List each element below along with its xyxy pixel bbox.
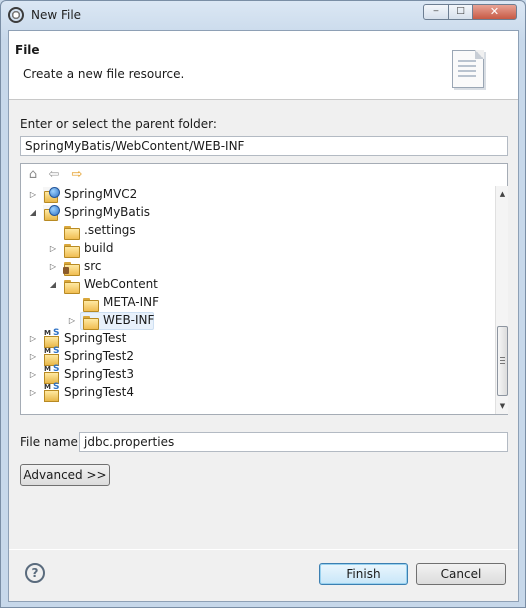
maven-project-icon: MS xyxy=(43,328,60,348)
tree-item-label: .settings xyxy=(84,223,136,237)
expand-arrow-icon[interactable]: ▷ xyxy=(28,368,38,382)
file-name-input[interactable]: jdbc.properties xyxy=(79,432,508,452)
home-icon[interactable]: ⌂ xyxy=(25,167,41,183)
parent-folder-input[interactable]: SpringMyBatis/WebContent/WEB-INF xyxy=(20,136,508,156)
expand-arrow-icon[interactable]: ▷ xyxy=(28,386,38,400)
tree-item-label: META-INF xyxy=(103,295,160,309)
expand-arrow-icon[interactable]: ▷ xyxy=(28,332,38,346)
maven-project-icon: MS xyxy=(43,346,60,366)
finish-button[interactable]: Finish xyxy=(319,563,408,585)
title-bar[interactable]: New File ‒ □ ✕ xyxy=(1,1,525,29)
folder-icon xyxy=(63,223,80,240)
folder-tree[interactable]: ⌂ ⇦ ⇨ ▷ SpringMVC2 ◢ SpringMyBatis .sett… xyxy=(20,163,508,415)
expand-arrow-icon[interactable]: ▷ xyxy=(28,188,38,202)
tree-item-label: WEB-INF xyxy=(103,313,155,327)
expand-arrow-icon[interactable]: ▷ xyxy=(48,260,58,274)
maven-project-icon: MS xyxy=(43,364,60,384)
tree-item-label: SpringMVC2 xyxy=(64,187,138,201)
tree-item-label: SpringTest xyxy=(64,331,127,345)
maven-project-icon: MS xyxy=(43,382,60,402)
expand-arrow-icon[interactable]: ▷ xyxy=(28,350,38,364)
back-icon[interactable]: ⇦ xyxy=(46,167,62,183)
tree-item-label: build xyxy=(84,241,114,255)
expand-arrow-icon[interactable]: ▷ xyxy=(67,314,77,328)
scrollbar-thumb[interactable] xyxy=(497,326,508,396)
tree-item-label: SpringTest2 xyxy=(64,349,134,363)
tree-item-springmybatis[interactable]: ◢ SpringMyBatis xyxy=(21,204,495,222)
tree-item-web-inf[interactable]: ▷ WEB-INF xyxy=(21,312,495,330)
project-icon xyxy=(43,187,60,203)
banner-description: Create a new file resource. xyxy=(23,67,185,81)
new-file-dialog: New File ‒ □ ✕ File Create a new file re… xyxy=(0,0,526,608)
tree-item-label: SpringTest4 xyxy=(64,385,134,399)
tree-item-meta-inf[interactable]: META-INF xyxy=(21,294,495,312)
tree-item-springtest4[interactable]: ▷ MS SpringTest4 xyxy=(21,382,495,402)
tree-item-springtest2[interactable]: ▷ MS SpringTest2 xyxy=(21,346,495,366)
tree-toolbar: ⌂ ⇦ ⇨ xyxy=(21,164,495,186)
tree-item-label: SpringTest3 xyxy=(64,367,134,381)
help-icon[interactable]: ? xyxy=(25,563,45,583)
tree-item-springtest[interactable]: ▷ MS SpringTest xyxy=(21,328,495,348)
advanced-button[interactable]: Advanced >> xyxy=(20,464,110,486)
expand-arrow-icon[interactable]: ▷ xyxy=(48,242,58,256)
folder-icon xyxy=(63,241,80,258)
window-title: New File xyxy=(31,8,82,22)
tree-item-label: SpringMyBatis xyxy=(64,205,151,219)
wizard-banner: File Create a new file resource. xyxy=(9,31,518,100)
footer-separator xyxy=(9,549,518,550)
collapse-arrow-icon[interactable]: ◢ xyxy=(28,206,38,220)
tree-item-settings[interactable]: .settings xyxy=(21,222,495,240)
close-button[interactable]: ✕ xyxy=(472,4,517,20)
dialog-client-area: File Create a new file resource. Enter o… xyxy=(8,30,519,602)
eclipse-icon xyxy=(8,7,24,23)
maximize-button[interactable]: □ xyxy=(448,4,473,20)
folder-icon xyxy=(82,313,99,330)
folder-icon xyxy=(82,295,99,312)
file-name-label: File name: xyxy=(20,435,82,449)
folder-icon xyxy=(63,277,80,294)
tree-item-springmvc2[interactable]: ▷ SpringMVC2 xyxy=(21,186,495,204)
tree-vertical-scrollbar[interactable]: ▲ ▼ xyxy=(495,186,508,414)
project-icon xyxy=(43,205,60,221)
tree-item-src[interactable]: ▷ src xyxy=(21,258,495,276)
source-folder-icon xyxy=(63,259,80,276)
banner-title: File xyxy=(15,43,40,57)
scroll-down-icon[interactable]: ▼ xyxy=(496,398,509,414)
minimize-button[interactable]: ‒ xyxy=(423,4,449,20)
collapse-arrow-icon[interactable]: ◢ xyxy=(48,278,58,292)
forward-icon[interactable]: ⇨ xyxy=(69,167,85,183)
tree-item-label: WebContent xyxy=(84,277,158,291)
tree-item-build[interactable]: ▷ build xyxy=(21,240,495,258)
tree-item-springtest3[interactable]: ▷ MS SpringTest3 xyxy=(21,364,495,384)
cancel-button[interactable]: Cancel xyxy=(416,563,506,585)
scroll-up-icon[interactable]: ▲ xyxy=(496,186,509,202)
parent-folder-label: Enter or select the parent folder: xyxy=(20,117,217,131)
tree-item-label: src xyxy=(84,259,102,273)
new-file-wizard-icon xyxy=(452,50,484,88)
tree-item-webcontent[interactable]: ◢ WebContent xyxy=(21,276,495,294)
